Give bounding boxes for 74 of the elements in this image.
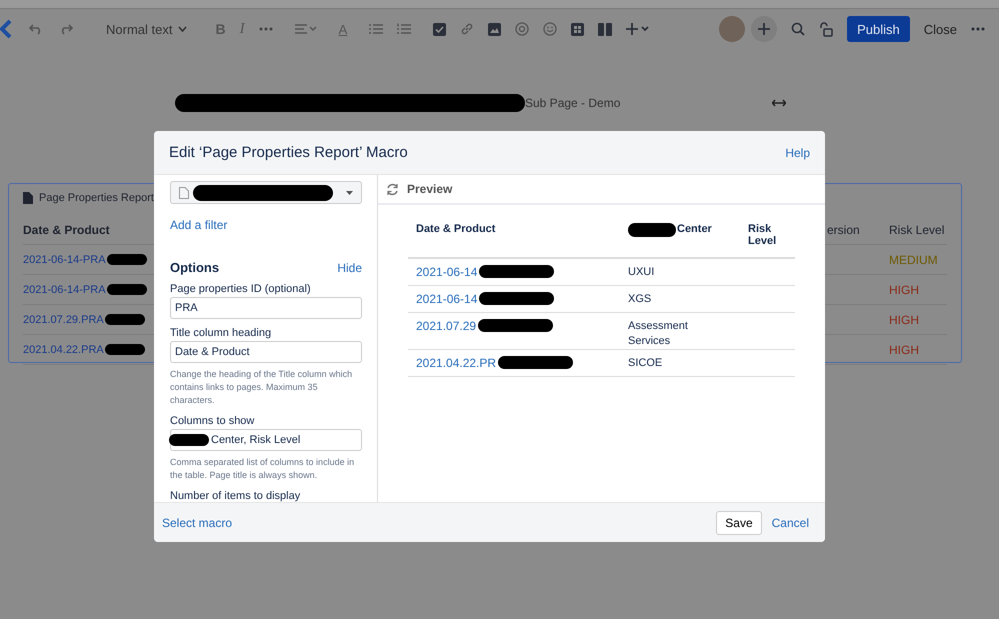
report-title: Page Properties Report <box>39 192 154 204</box>
search-icon[interactable] <box>791 22 806 36</box>
field-label: Columns to show <box>170 415 256 427</box>
close-button[interactable]: Close <box>924 22 957 36</box>
link-icon[interactable] <box>460 22 474 36</box>
risk-level: HIGH <box>889 312 919 326</box>
page-link[interactable]: 2021-06-14 <box>416 265 478 279</box>
table-icon[interactable] <box>571 22 584 36</box>
parent-page-select[interactable] <box>170 181 362 204</box>
page-link[interactable]: 2021.04.22.PRA <box>23 344 104 356</box>
column-header: Risk Level <box>889 216 947 245</box>
chevron-down-icon <box>178 26 188 32</box>
risk-level: MEDIUM <box>889 252 938 266</box>
add-icon[interactable] <box>751 16 778 42</box>
risk-level: HIGH <box>889 342 919 356</box>
document-icon <box>179 186 189 198</box>
align-icon[interactable] <box>294 23 317 35</box>
field-label: Title column heading <box>170 327 272 339</box>
column-header: Center <box>677 223 712 235</box>
publish-button[interactable]: Publish <box>847 16 910 42</box>
numbered-list-icon[interactable] <box>397 23 412 35</box>
redaction-mark <box>628 223 676 237</box>
field-hint: Comma separated list of columns to include in the table. Page title is always shown. <box>170 456 356 482</box>
page-link[interactable]: 2021-06-14-PRA <box>23 254 106 266</box>
text-field[interactable]: Date & Product <box>170 341 362 363</box>
insert-icon[interactable] <box>626 23 650 35</box>
risk-level: HIGH <box>889 282 919 296</box>
page-link[interactable]: 2021.04.22.PR <box>416 356 496 370</box>
field-hint: Change the heading of the Title column which contains links to pages. Maximum 35 characters. <box>170 368 354 407</box>
redaction-mark <box>106 254 147 265</box>
field-label: Page properties ID (optional) <box>170 283 312 295</box>
options-heading: Options <box>170 260 220 275</box>
column-header: Risk Level <box>747 222 778 249</box>
save-button[interactable]: Save <box>716 510 762 534</box>
caret-icon <box>346 190 353 194</box>
unlock-icon[interactable] <box>819 22 834 36</box>
redaction-mark <box>106 284 147 295</box>
refresh-icon[interactable] <box>386 182 399 196</box>
expand-width-icon[interactable] <box>772 99 786 107</box>
hide-link[interactable]: Hide <box>337 260 362 274</box>
redaction-mark <box>169 434 209 446</box>
emoji-icon[interactable] <box>543 22 558 36</box>
mention-icon[interactable] <box>515 22 530 36</box>
page-link[interactable]: 2021.07.29 <box>416 319 476 333</box>
text-field[interactable]: Center, Risk Level <box>170 429 362 451</box>
table-cell-text: Assessment Services <box>628 319 689 349</box>
redaction-mark <box>104 314 145 325</box>
column-header: Date & Product <box>415 222 496 237</box>
page-title: Sub Page - Demo <box>525 96 620 110</box>
cancel-link[interactable]: Cancel <box>772 516 809 530</box>
table-cell: XGS <box>628 292 652 307</box>
more-icon[interactable] <box>971 27 985 31</box>
select-macro-link[interactable]: Select macro <box>162 516 232 530</box>
preview-title: Preview <box>407 182 452 196</box>
page-link[interactable]: 2021.07.29.PRA <box>23 314 104 326</box>
column-header: ersion <box>827 216 889 245</box>
table-cell: SICOE <box>628 356 662 371</box>
image-icon[interactable] <box>488 22 502 36</box>
page-link[interactable]: 2021-06-14 <box>416 292 478 306</box>
document-icon <box>23 192 33 204</box>
more-icon[interactable] <box>258 27 273 31</box>
table-cell: UXUI <box>628 265 654 280</box>
text-field[interactable]: PRA <box>170 297 362 319</box>
text-style-dropdown[interactable]: Normal text <box>106 22 188 36</box>
redaction-mark <box>104 344 145 355</box>
add-filter-link[interactable]: Add a filter <box>170 218 362 232</box>
page-link[interactable]: 2021-06-14-PRA <box>23 284 106 296</box>
layout-icon[interactable] <box>598 22 612 36</box>
dialog-title: Edit ‘Page Properties Report’ Macro <box>169 144 408 161</box>
checkbox-icon[interactable] <box>433 22 446 36</box>
logo-icon <box>0 19 14 39</box>
help-link[interactable]: Help <box>785 146 810 160</box>
field-label: Number of items to display <box>170 490 302 502</box>
bullet-list-icon[interactable] <box>369 23 384 35</box>
